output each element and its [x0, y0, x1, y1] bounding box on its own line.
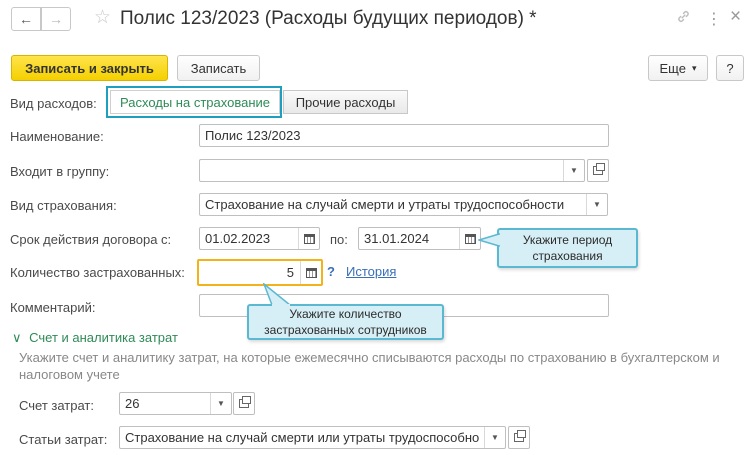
cost-account-value: 26: [125, 396, 140, 411]
open-form-icon: [593, 163, 605, 175]
term-to-label: по:: [330, 232, 348, 247]
chevron-down-icon[interactable]: ▼: [211, 393, 231, 414]
cost-items-value: Страхование на случай смерти или утраты …: [125, 430, 480, 445]
help-button[interactable]: ?: [716, 55, 744, 81]
history-link[interactable]: История: [346, 264, 396, 279]
cost-account-open-button[interactable]: [233, 392, 255, 415]
count-callout: Укажите количество застрахованных сотруд…: [247, 304, 444, 340]
insured-count-label: Количество застрахованных:: [10, 265, 185, 280]
save-button[interactable]: Записать: [177, 55, 260, 81]
insured-count-value: 5: [286, 265, 294, 280]
group-label: Входит в группу:: [10, 164, 110, 179]
group-open-button[interactable]: [587, 159, 609, 182]
term-from-field[interactable]: 01.02.2023: [199, 227, 320, 250]
star-icon[interactable]: ☆: [94, 6, 111, 29]
term-to-field[interactable]: 31.01.2024: [358, 227, 481, 250]
window-title: Полис 123/2023 (Расходы будущих периодов…: [120, 8, 537, 29]
group-field[interactable]: ▼: [199, 159, 585, 182]
close-icon[interactable]: ×: [730, 6, 741, 28]
name-field[interactable]: Полис 123/2023: [199, 124, 609, 147]
arrow-left-icon: ←: [19, 11, 33, 27]
cost-section-title: Счет и аналитика затрат: [29, 330, 178, 345]
expense-type-label: Вид расходов:: [10, 96, 97, 111]
name-value: Полис 123/2023: [205, 128, 301, 143]
period-callout: Укажите период страхования: [497, 228, 638, 268]
cost-section-hint: Укажите счет и аналитику затрат, на кото…: [19, 350, 720, 382]
calculator-icon[interactable]: [301, 261, 321, 284]
kebab-icon[interactable]: ⋮: [706, 9, 722, 29]
comment-label: Комментарий:: [10, 300, 96, 315]
save-and-close-button[interactable]: Записать и закрыть: [11, 55, 168, 81]
insurance-type-label: Вид страхования:: [10, 198, 117, 213]
help-icon[interactable]: ?: [327, 264, 335, 279]
calendar-icon[interactable]: [299, 228, 319, 249]
insured-count-field[interactable]: 5: [197, 259, 323, 286]
arrow-right-icon: →: [49, 11, 63, 27]
chevron-down-icon[interactable]: ▼: [485, 427, 505, 448]
term-to-value: 31.01.2024: [364, 231, 430, 246]
name-label: Наименование:: [10, 129, 104, 144]
cost-account-field[interactable]: 26 ▼: [119, 392, 232, 415]
term-from-value: 01.02.2023: [205, 231, 271, 246]
insurance-type-value: Страхование на случай смерти и утраты тр…: [205, 197, 565, 212]
calendar-icon[interactable]: [460, 228, 480, 249]
back-button[interactable]: ←: [11, 7, 41, 31]
more-label: Еще: [659, 60, 686, 76]
cost-account-label: Счет затрат:: [19, 398, 94, 413]
toggle-other-expenses[interactable]: Прочие расходы: [283, 90, 408, 114]
forward-button[interactable]: →: [41, 7, 71, 31]
cost-section-toggle[interactable]: ∨ Счет и аналитика затрат: [12, 330, 178, 346]
cost-items-open-button[interactable]: [508, 426, 530, 449]
open-form-icon: [514, 430, 526, 442]
chevron-down-icon[interactable]: ▼: [587, 194, 607, 215]
chevron-down-icon: ∨: [12, 330, 22, 345]
insurance-type-field[interactable]: Страхование на случай смерти и утраты тр…: [199, 193, 608, 216]
open-form-icon: [239, 396, 251, 408]
cost-items-field[interactable]: Страхование на случай смерти или утраты …: [119, 426, 506, 449]
count-callout-pointer: [262, 283, 292, 306]
more-button[interactable]: Еще ▾: [648, 55, 708, 81]
cost-items-label: Статьи затрат:: [19, 432, 108, 447]
chevron-down-icon: ▾: [691, 62, 697, 73]
toggle-insurance-expenses[interactable]: Расходы на страхование: [110, 90, 280, 114]
period-callout-pointer: [478, 232, 500, 248]
chevron-down-icon[interactable]: ▼: [564, 160, 584, 181]
link-icon[interactable]: [676, 9, 691, 28]
term-label: Срок действия договора с:: [10, 232, 172, 247]
